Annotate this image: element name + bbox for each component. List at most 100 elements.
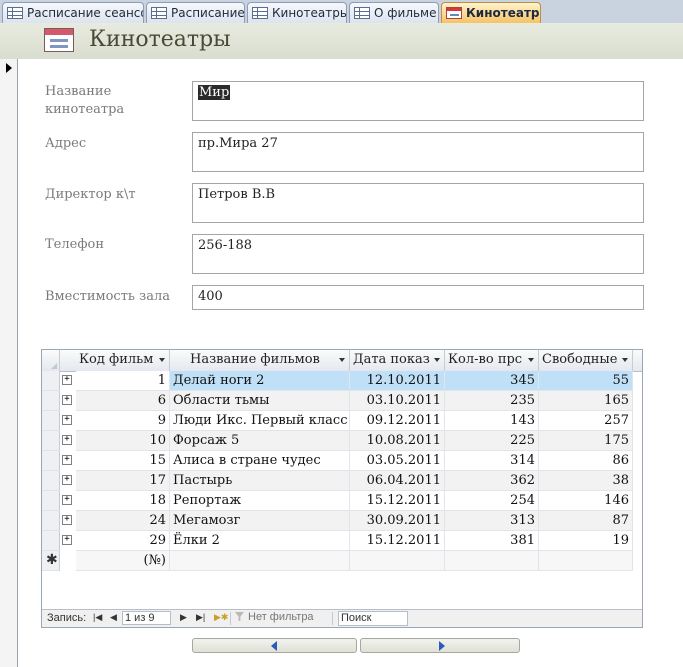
cell-code[interactable]: 9	[76, 411, 170, 431]
sort-dropdown-icon[interactable]	[434, 358, 440, 362]
cell-qty[interactable]: 143	[445, 411, 539, 431]
row-selector[interactable]	[42, 391, 60, 411]
expand-icon[interactable]: +	[62, 375, 72, 385]
table-row[interactable]: +18 Репортаж 15.12.2011 254 146	[42, 491, 642, 511]
cell-title[interactable]: Мегамозг	[170, 511, 350, 531]
table-row[interactable]: +17 Пастырь 06.04.2011 362 38	[42, 471, 642, 491]
cell-free[interactable]: 19	[539, 531, 633, 551]
cell-code[interactable]: 6	[76, 391, 170, 411]
row-selector[interactable]	[42, 411, 60, 431]
cell-date[interactable]: 06.04.2011	[350, 471, 445, 491]
cell-title[interactable]: Делай ноги 2	[170, 371, 350, 391]
table-row[interactable]: +29 Ёлки 2 15.12.2011 381 19	[42, 531, 642, 551]
prev-record-button[interactable]: ◀	[110, 612, 117, 623]
expand-icon[interactable]: +	[62, 495, 72, 505]
table-row[interactable]: +1 Делай ноги 2 12.10.2011 345 55	[42, 371, 642, 391]
phone-field[interactable]: 256-188	[192, 234, 644, 274]
new-cell-code[interactable]: (№)	[76, 551, 170, 571]
cell-code[interactable]: 15	[76, 451, 170, 471]
cell-code[interactable]: 1	[76, 371, 170, 391]
row-selector[interactable]	[42, 511, 60, 531]
tab-cinemas-form[interactable]: Кинотеатры	[441, 2, 541, 24]
director-field[interactable]: Петров В.В	[192, 183, 644, 223]
cell-title[interactable]: Ёлки 2	[170, 531, 350, 551]
first-record-button[interactable]: |◀	[93, 612, 102, 623]
cell-code[interactable]: 18	[76, 491, 170, 511]
sort-dropdown-icon[interactable]	[622, 358, 628, 362]
cell-date[interactable]: 03.05.2011	[350, 451, 445, 471]
new-record-row[interactable]: ✱ (№)	[42, 551, 642, 571]
expand-icon[interactable]: +	[62, 535, 72, 545]
cell-code[interactable]: 24	[76, 511, 170, 531]
filter-indicator[interactable]: Нет фильтра	[235, 611, 314, 626]
cell-qty[interactable]: 345	[445, 371, 539, 391]
column-header-code[interactable]: Код фильм	[76, 350, 170, 371]
expand-icon[interactable]: +	[62, 395, 72, 405]
table-row[interactable]: +6 Области тьмы 03.10.2011 235 165	[42, 391, 642, 411]
select-all-corner[interactable]	[42, 350, 60, 371]
tab-schedule[interactable]: Расписание	[146, 2, 245, 23]
cell-date[interactable]: 10.08.2011	[350, 431, 445, 451]
tab-cinemas-table[interactable]: Кинотеатры	[247, 2, 347, 23]
cell-date[interactable]: 03.10.2011	[350, 391, 445, 411]
cell-free[interactable]: 87	[539, 511, 633, 531]
last-record-button[interactable]: ▶|	[196, 612, 205, 623]
next-record-button[interactable]: ▶	[180, 612, 187, 623]
cell-qty[interactable]: 381	[445, 531, 539, 551]
row-selector[interactable]	[42, 431, 60, 451]
capacity-field[interactable]: 400	[192, 285, 644, 310]
cell-date[interactable]: 15.12.2011	[350, 491, 445, 511]
cell-qty[interactable]: 314	[445, 451, 539, 471]
cell-free[interactable]: 165	[539, 391, 633, 411]
cell-title[interactable]: Пастырь	[170, 471, 350, 491]
column-header-qty[interactable]: Кол-во прс	[445, 350, 539, 371]
expand-icon[interactable]: +	[62, 415, 72, 425]
expand-icon[interactable]: +	[62, 475, 72, 485]
new-cell-qty[interactable]	[445, 551, 539, 571]
column-header-free[interactable]: Свободные	[539, 350, 633, 371]
sort-dropdown-icon[interactable]	[159, 358, 165, 362]
row-selector[interactable]	[42, 371, 60, 391]
tab-about-film[interactable]: О фильме	[349, 2, 439, 23]
cell-free[interactable]: 86	[539, 451, 633, 471]
cell-date[interactable]: 15.12.2011	[350, 531, 445, 551]
search-input[interactable]: Поиск	[338, 611, 408, 626]
address-field[interactable]: пр.Мира 27	[192, 132, 644, 172]
cell-title[interactable]: Репортаж	[170, 491, 350, 511]
column-header-date[interactable]: Дата показ	[350, 350, 445, 371]
tab-schedule-sessions[interactable]: Расписание сеансов	[2, 2, 144, 23]
new-cell-free[interactable]	[539, 551, 633, 571]
row-selector[interactable]	[42, 491, 60, 511]
table-row[interactable]: +15 Алиса в стране чудес 03.05.2011 314 86	[42, 451, 642, 471]
expand-icon[interactable]: +	[62, 435, 72, 445]
cell-date[interactable]: 12.10.2011	[350, 371, 445, 391]
record-counter[interactable]: 1 из 9	[122, 611, 171, 625]
row-selector[interactable]	[42, 471, 60, 491]
cinema-name-field[interactable]: Мир	[192, 81, 644, 121]
cell-title[interactable]: Алиса в стране чудес	[170, 451, 350, 471]
table-row[interactable]: +10 Форсаж 5 10.08.2011 225 175	[42, 431, 642, 451]
expand-icon[interactable]: +	[62, 455, 72, 465]
sort-dropdown-icon[interactable]	[528, 358, 534, 362]
cell-free[interactable]: 257	[539, 411, 633, 431]
cell-free[interactable]: 55	[539, 371, 633, 391]
cell-free[interactable]: 146	[539, 491, 633, 511]
table-row[interactable]: +9 Люди Икс. Первый класс 09.12.2011 143 257	[42, 411, 642, 431]
cell-title[interactable]: Форсаж 5	[170, 431, 350, 451]
cell-date[interactable]: 09.12.2011	[350, 411, 445, 431]
record-selector[interactable]	[0, 59, 18, 667]
new-cell-date[interactable]	[350, 551, 445, 571]
cell-code[interactable]: 10	[76, 431, 170, 451]
cell-free[interactable]: 38	[539, 471, 633, 491]
new-cell-title[interactable]	[170, 551, 350, 571]
cell-code[interactable]: 29	[76, 531, 170, 551]
row-selector[interactable]	[42, 531, 60, 551]
cell-title[interactable]: Области тьмы	[170, 391, 350, 411]
expand-icon[interactable]: +	[62, 515, 72, 525]
row-selector[interactable]	[42, 451, 60, 471]
cell-qty[interactable]: 313	[445, 511, 539, 531]
cell-qty[interactable]: 254	[445, 491, 539, 511]
new-record-button[interactable]: ▶✱	[214, 612, 228, 623]
column-header-title[interactable]: Название фильмов	[170, 350, 350, 371]
cell-qty[interactable]: 235	[445, 391, 539, 411]
